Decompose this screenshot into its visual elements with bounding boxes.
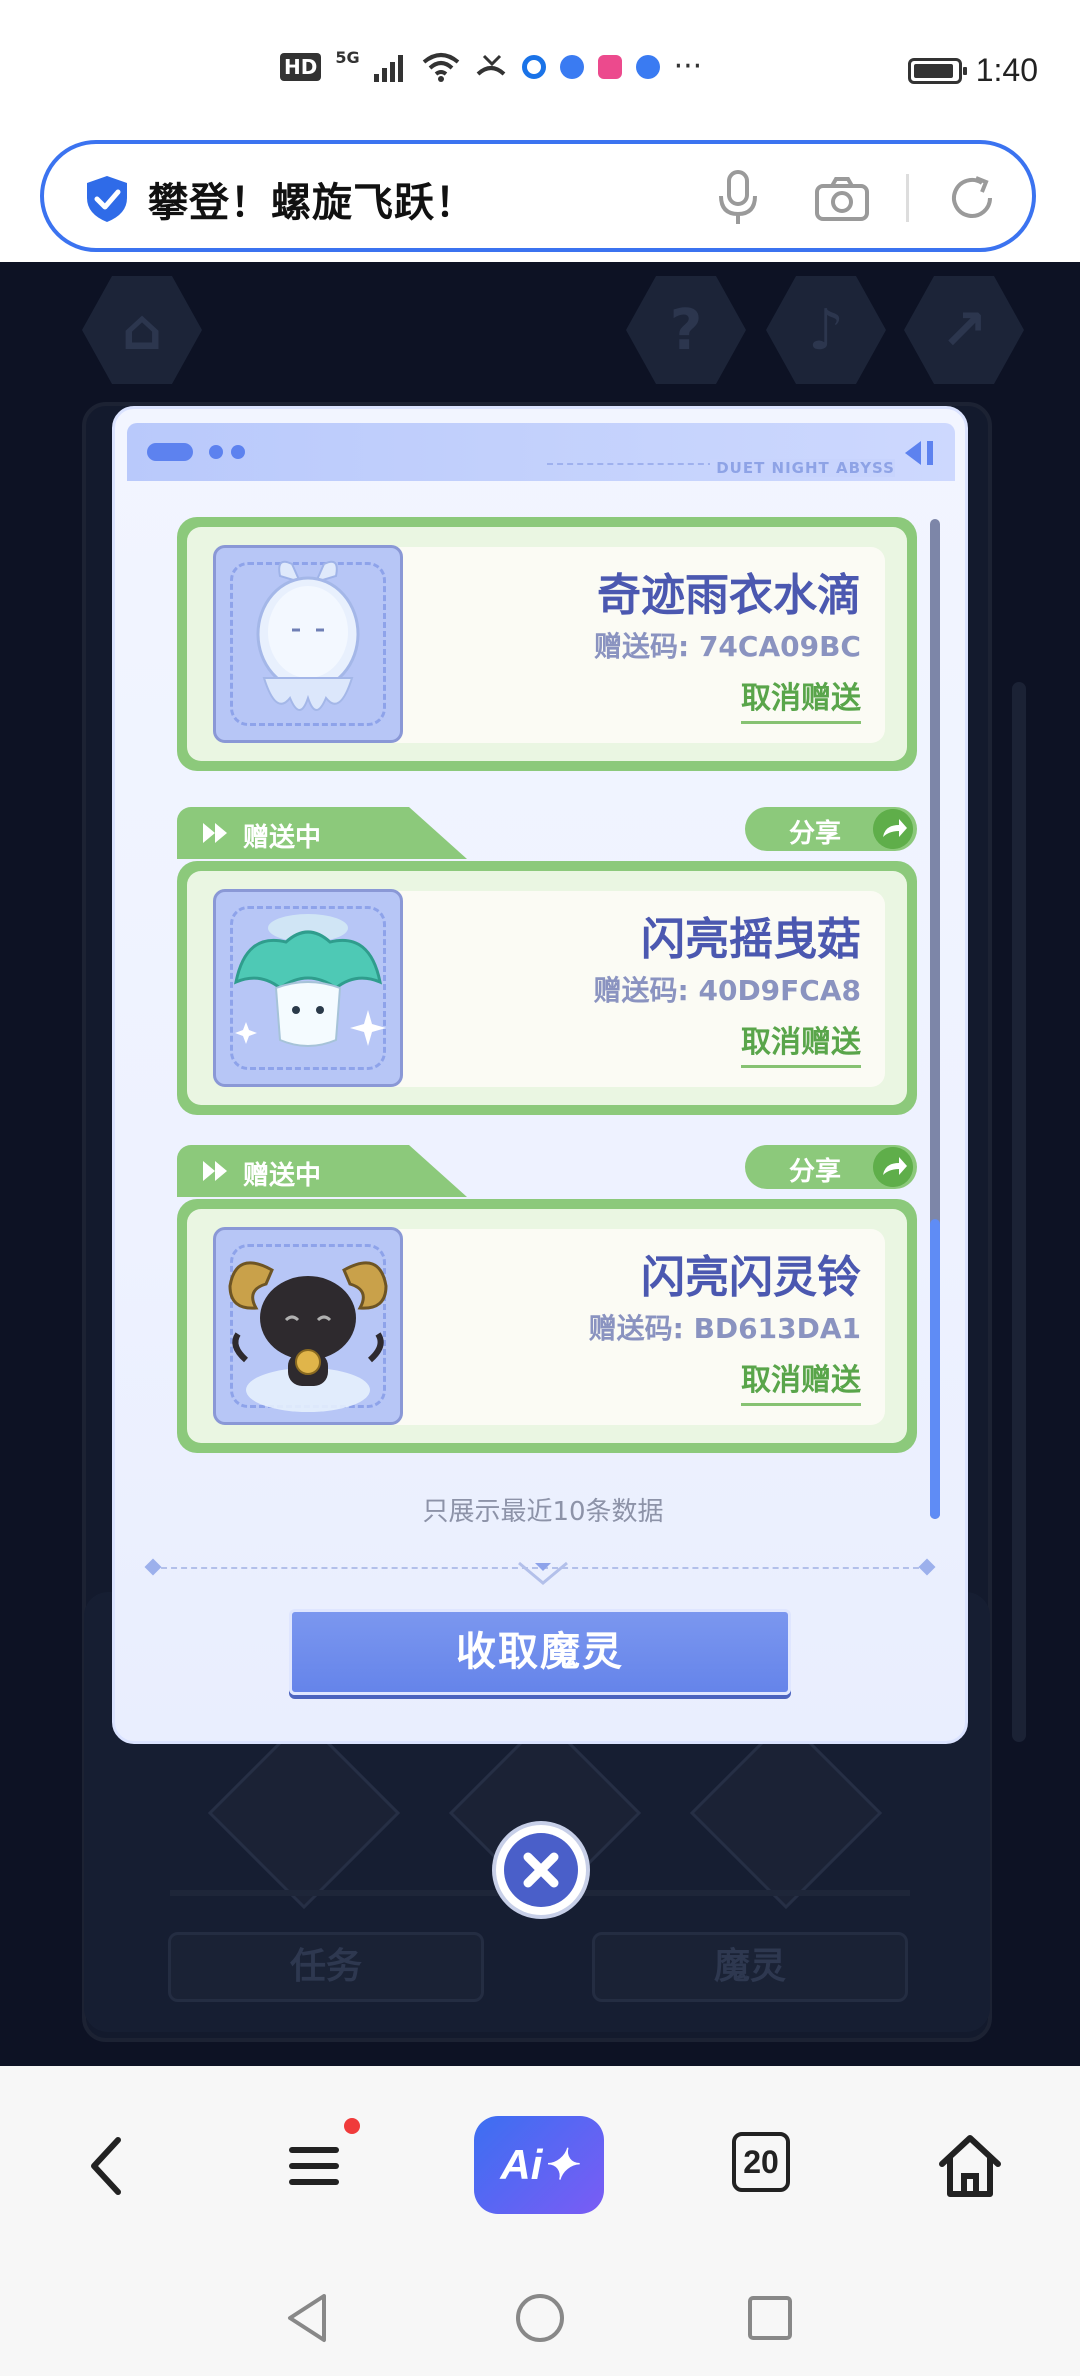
more-notifications-icon: ··· xyxy=(673,49,703,84)
gifting-tab: 赠送中 xyxy=(177,807,467,859)
share-arrow-icon xyxy=(873,809,913,849)
cancel-gift-button[interactable]: 取消赠送 xyxy=(741,673,861,724)
close-icon xyxy=(523,1852,559,1888)
header-decoration xyxy=(231,445,245,459)
signal-icon xyxy=(373,55,403,82)
collect-spirit-button[interactable]: 收取魔灵 xyxy=(289,1609,791,1695)
item-name: 奇迹雨衣水滴 xyxy=(597,570,861,621)
list-item: 赠送中 分享 xyxy=(177,1145,917,1455)
browser-toolbar: Ai✦ 20 xyxy=(0,2066,1080,2260)
mushroom-spirit-image xyxy=(213,889,403,1087)
tab-task[interactable]: 任务 xyxy=(168,1932,484,2002)
home-icon[interactable] xyxy=(930,2126,1010,2206)
close-button-inner xyxy=(504,1833,578,1907)
app-notification-icon xyxy=(635,55,660,79)
fast-forward-icon xyxy=(203,823,227,843)
gift-code: 赠送码: 74CA09BC xyxy=(594,630,861,663)
gifting-status: 赠送中 xyxy=(243,1161,322,1191)
gift-code: 赠送码: BD613DA1 xyxy=(588,1312,861,1345)
tab-spirit[interactable]: 魔灵 xyxy=(592,1932,908,2002)
bilibili-icon xyxy=(597,55,622,79)
nav-back-icon[interactable] xyxy=(278,2288,338,2348)
gift-code: 赠送码: 40D9FCA8 xyxy=(593,974,861,1007)
app-notification-icon xyxy=(521,55,546,79)
item-name: 闪亮摇曳菇 xyxy=(641,914,861,965)
share-icon[interactable]: ↗ xyxy=(904,276,1024,384)
status-right: 1:40 xyxy=(907,52,1038,89)
game-viewport: ⌂ ? ♪ ↗ 任务 魔灵 DUET NIGHT ABYSS 奇迹雨衣水滴 赠送… xyxy=(0,262,1080,2066)
mushroom-spirit-icon xyxy=(233,914,386,1047)
tabs-button[interactable]: 20 xyxy=(732,2132,790,2192)
address-bar[interactable]: 攀登！螺旋飞跃！ xyxy=(40,140,1036,252)
raindrop-spirit-icon xyxy=(256,560,360,711)
network-type: 5G xyxy=(335,47,360,67)
scrollbar-thumb[interactable] xyxy=(930,1219,940,1519)
list-footnote: 只展示最近10条数据 xyxy=(422,1497,664,1527)
item-name: 闪亮闪灵铃 xyxy=(641,1252,861,1303)
raindrop-spirit-image xyxy=(213,545,403,743)
share-button[interactable]: 分享 xyxy=(745,1145,917,1189)
system-nav-bar xyxy=(0,2260,1080,2376)
menu-icon[interactable] xyxy=(274,2126,354,2206)
close-button[interactable] xyxy=(496,1825,586,1915)
separator xyxy=(906,174,909,222)
header-decoration xyxy=(147,443,193,461)
help-icon[interactable]: ? xyxy=(626,276,746,384)
clock: 1:40 xyxy=(975,52,1038,88)
gift-list[interactable]: 奇迹雨衣水滴 赠送码: 74CA09BC 取消赠送 赠送中 分享 闪亮摇曳菇 赠… xyxy=(177,517,917,1517)
header-decoration xyxy=(209,445,223,459)
modal-header: DUET NIGHT ABYSS xyxy=(127,423,955,481)
ai-assistant-button[interactable]: Ai✦ xyxy=(474,2116,604,2214)
goat-bell-spirit-icon xyxy=(228,1261,388,1412)
notification-dot xyxy=(344,2118,360,2134)
chevron-down-icon xyxy=(518,1561,568,1585)
share-arrow-icon xyxy=(873,1147,913,1187)
gift-list-modal: DUET NIGHT ABYSS 奇迹雨衣水滴 赠送码: 74CA09BC 取消… xyxy=(112,406,968,1744)
cancel-gift-button[interactable]: 取消赠送 xyxy=(741,1355,861,1406)
gifting-status: 赠送中 xyxy=(243,823,322,853)
shield-icon xyxy=(87,176,127,222)
home-icon[interactable]: ⌂ xyxy=(82,276,202,384)
status-icons: HD 5G ··· xyxy=(280,48,703,84)
card-inner: 闪亮摇曳菇 赠送码: 40D9FCA8 取消赠送 xyxy=(187,871,907,1105)
share-button[interactable]: 分享 xyxy=(745,807,917,851)
gifting-tab: 赠送中 xyxy=(177,1145,467,1197)
music-icon[interactable]: ♪ xyxy=(766,276,886,384)
share-label: 分享 xyxy=(789,819,842,849)
app-notification-icon xyxy=(559,55,584,79)
gift-card: 奇迹雨衣水滴 赠送码: 74CA09BC 取消赠送 xyxy=(177,517,917,771)
nav-recents-icon[interactable] xyxy=(740,2288,800,2348)
share-label: 分享 xyxy=(789,1157,842,1187)
list-item: 赠送中 分享 xyxy=(177,807,917,1117)
gift-card: 闪亮闪灵铃 赠送码: BD613DA1 取消赠送 xyxy=(177,1199,917,1453)
collapse-icon[interactable] xyxy=(899,437,939,469)
nav-home-icon[interactable] xyxy=(510,2288,570,2348)
gift-card: 闪亮摇曳菇 赠送码: 40D9FCA8 取消赠送 xyxy=(177,861,917,1115)
background-scrollbar xyxy=(1012,682,1026,1742)
fast-forward-icon xyxy=(203,1161,227,1181)
battery-icon xyxy=(907,57,967,84)
divider-node xyxy=(918,1558,936,1576)
list-item: 奇迹雨衣水滴 赠送码: 74CA09BC 取消赠送 xyxy=(177,517,917,771)
list-scrollbar[interactable] xyxy=(930,519,940,1519)
wifi-icon xyxy=(422,53,459,82)
missed-call-icon xyxy=(476,54,505,76)
page-title[interactable]: 攀登！螺旋飞跃！ xyxy=(148,170,476,228)
microphone-icon[interactable] xyxy=(716,170,760,226)
brand-text: DUET NIGHT ABYSS xyxy=(710,459,895,477)
divider-node xyxy=(144,1558,162,1576)
reload-icon[interactable] xyxy=(946,172,998,224)
camera-icon[interactable] xyxy=(814,176,870,222)
cancel-gift-button[interactable]: 取消赠送 xyxy=(741,1017,861,1068)
card-inner: 奇迹雨衣水滴 赠送码: 74CA09BC 取消赠送 xyxy=(187,527,907,761)
status-bar: HD 5G ··· 1:40 xyxy=(0,0,1080,130)
hd-icon: HD xyxy=(280,53,322,81)
back-icon[interactable] xyxy=(68,2126,148,2206)
goat-bell-spirit-image xyxy=(213,1227,403,1425)
card-inner: 闪亮闪灵铃 赠送码: BD613DA1 取消赠送 xyxy=(187,1209,907,1443)
